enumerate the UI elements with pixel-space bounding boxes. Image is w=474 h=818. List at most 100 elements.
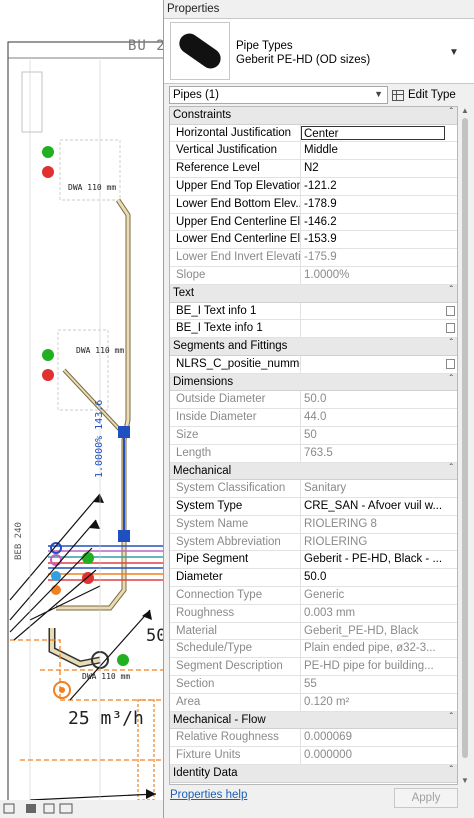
property-group-header[interactable]: Identity Data ˆ	[170, 764, 457, 783]
property-row[interactable]: System Type CRE_SAN - Afvoer vuil w...	[170, 497, 457, 516]
property-row: System Classification Sanitary	[170, 480, 457, 498]
collapse-chevron-icon[interactable]: ˆ	[450, 765, 453, 776]
property-row[interactable]: Horizontal Justification Center	[170, 124, 457, 143]
collapse-chevron-icon[interactable]: ˆ	[450, 463, 453, 474]
property-value: 0.003 mm	[304, 606, 356, 619]
property-value[interactable]: -178.9	[301, 196, 457, 213]
property-row: Schedule/Type Plain ended pipe, ø32-3...	[170, 640, 457, 659]
property-value[interactable]: -146.2	[301, 214, 457, 231]
chevron-down-icon[interactable]: ▼	[449, 47, 459, 58]
property-row[interactable]: Lower End Centerline El... -153.9	[170, 231, 457, 250]
property-name: Upper End Top Elevation	[170, 178, 301, 195]
property-row[interactable]: Upper End Top Elevation -121.2	[170, 178, 457, 196]
property-value: Geberit_PE-HD, Black	[304, 624, 419, 637]
property-row[interactable]: Lower End Bottom Elev... -178.9	[170, 195, 457, 214]
property-row: Connection Type Generic	[170, 586, 457, 605]
property-group-header[interactable]: Dimensions ˆ	[170, 373, 457, 392]
property-name: System Type	[170, 497, 301, 515]
property-name: Area	[170, 693, 301, 711]
group-label: Mechanical	[173, 464, 232, 477]
property-value[interactable]: Geberit - PE-HD, Black - ...	[301, 551, 457, 568]
property-value[interactable]: -121.2	[301, 178, 457, 195]
property-row: Fixture Units 0.000000	[170, 747, 457, 765]
property-value[interactable]	[301, 320, 457, 337]
property-value: 55	[304, 677, 317, 690]
property-name: Length	[170, 444, 301, 462]
property-name: Upper End Centerline El...	[170, 213, 301, 231]
property-group-header[interactable]: Segments and Fittings ˆ	[170, 338, 457, 356]
property-group-header[interactable]: Text ˆ	[170, 284, 457, 303]
property-row: Roughness 0.003 mm	[170, 604, 457, 623]
property-name: Slope	[170, 267, 301, 284]
property-row[interactable]: Vertical Justification Middle	[170, 142, 457, 161]
value-edit-box[interactable]	[446, 358, 455, 369]
properties-palette: Properties Pipe Types Geberit PE-HD (OD …	[163, 0, 474, 818]
property-name: Reference Level	[170, 160, 301, 178]
value-edit-box[interactable]	[446, 305, 455, 316]
property-name: Pipe Segment	[170, 551, 301, 569]
properties-scrollbar[interactable]: ▲ ▼	[459, 106, 471, 785]
property-row[interactable]: Diameter 50.0	[170, 569, 457, 587]
property-row: Length 763.5	[170, 444, 457, 463]
edit-type-label: Edit Type	[408, 89, 456, 101]
property-value[interactable]: N2	[301, 160, 457, 177]
flow-annotation: 25 m³/h	[68, 708, 144, 729]
property-row[interactable]: BE_I Texte info 1	[170, 320, 457, 339]
property-value: RIOLERING	[304, 535, 368, 548]
pipe-tag: DWA 110 mm	[82, 672, 131, 681]
property-name: Lower End Centerline El...	[170, 231, 301, 249]
property-name: Relative Roughness	[170, 729, 301, 747]
property-value[interactable]: Center	[301, 125, 445, 141]
property-row[interactable]: Reference Level N2	[170, 160, 457, 179]
property-row: Outside Diameter 50.0	[170, 391, 457, 410]
property-name: NLRS_C_positie_nummer	[170, 355, 301, 373]
property-value[interactable]: CRE_SAN - Afvoer vuil w...	[301, 498, 457, 515]
value-edit-box[interactable]	[446, 323, 455, 334]
property-name: Lower End Invert Elevati...	[170, 249, 301, 267]
property-name: Inside Diameter	[170, 409, 301, 426]
property-value: 50.0	[304, 393, 327, 406]
property-value[interactable]	[301, 356, 457, 373]
type-name-label: Geberit PE-HD (OD sizes)	[236, 54, 371, 66]
property-value: Plain ended pipe, ø32-3...	[304, 642, 436, 655]
properties-grid[interactable]: Constraints ˆ Horizontal Justification Cent…	[169, 106, 458, 785]
property-row[interactable]: Pipe Segment Geberit - PE-HD, Black - ...	[170, 551, 457, 570]
collapse-chevron-icon[interactable]: ˆ	[450, 712, 453, 723]
collapse-chevron-icon[interactable]: ˆ	[450, 107, 453, 118]
property-value[interactable]: 50.0	[301, 569, 457, 586]
property-row: Inside Diameter 44.0	[170, 409, 457, 427]
palette-title: Properties	[167, 3, 220, 15]
property-group-header[interactable]: Mechanical ˆ	[170, 462, 457, 481]
collapse-chevron-icon[interactable]: ˆ	[450, 338, 453, 349]
property-group-header[interactable]: Constraints ˆ	[170, 107, 457, 125]
property-row[interactable]: BE_I Text info 1	[170, 302, 457, 321]
property-row: Area 0.120 m²	[170, 693, 457, 712]
group-label: Dimensions	[173, 375, 234, 388]
property-row: Segment Description PE-HD pipe for buildi…	[170, 658, 457, 676]
instance-filter-label: Pipes (1)	[173, 89, 220, 101]
property-row[interactable]: NLRS_C_positie_nummer	[170, 355, 457, 374]
property-name: BE_I Text info 1	[170, 302, 301, 320]
property-name: System Abbreviation	[170, 533, 301, 551]
property-value[interactable]: -153.9	[301, 231, 457, 248]
apply-button[interactable]: Apply	[394, 788, 458, 808]
property-value: -175.9	[304, 251, 337, 264]
edit-type-button[interactable]: Edit Type	[392, 85, 456, 105]
properties-help-link[interactable]: Properties help	[170, 789, 247, 801]
group-label: Identity Data	[173, 766, 238, 779]
type-selector[interactable]: Pipe Types Geberit PE-HD (OD sizes) ▼	[164, 18, 474, 84]
property-group-header[interactable]: Mechanical - Flow ˆ	[170, 711, 457, 730]
property-value: 50	[304, 428, 317, 441]
collapse-chevron-icon[interactable]: ˆ	[450, 285, 453, 296]
collapse-chevron-icon[interactable]: ˆ	[450, 374, 453, 385]
instance-filter-dropdown[interactable]: Pipes (1) ▼	[169, 86, 388, 104]
scroll-down-icon[interactable]: ▼	[461, 776, 469, 785]
slope-annotation: 1.0000% 143.6	[94, 399, 105, 478]
property-value[interactable]: Middle	[301, 142, 457, 159]
property-row[interactable]: Upper End Centerline El... -146.2	[170, 213, 457, 232]
scroll-up-icon[interactable]: ▲	[461, 106, 469, 115]
property-value[interactable]	[301, 303, 457, 320]
property-row: Lower End Invert Elevati... -175.9	[170, 249, 457, 268]
scroll-thumb[interactable]	[462, 118, 468, 758]
property-value: 0.120 m²	[304, 695, 350, 708]
